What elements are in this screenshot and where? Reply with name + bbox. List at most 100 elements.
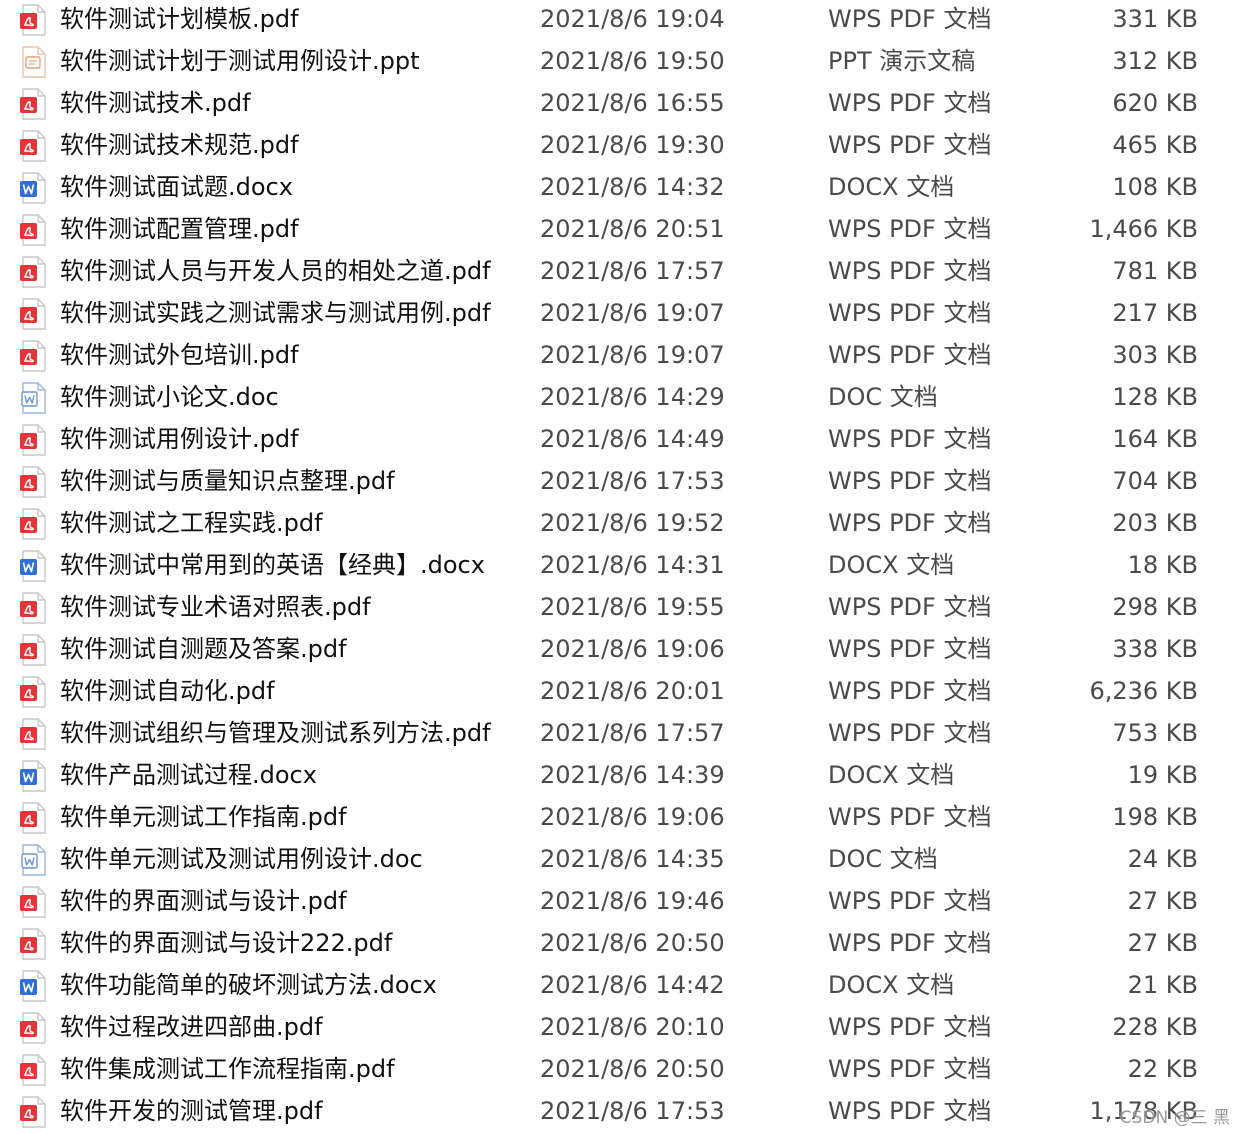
file-list: 软件测试计划模板.pdf 2021/8/6 19:04 WPS PDF 文档 331 … [0,0,1242,1134]
file-row[interactable]: 软件功能简单的破坏测试方法.docx 2021/8/6 14:42 DOCX 文档 2… [0,966,1242,1008]
file-size: 217 KB [1112,299,1198,327]
file-name: 软件测试人员与开发人员的相处之道.pdf [60,257,491,285]
pdf-icon [19,340,47,372]
file-modified-date: 2021/8/6 14:31 [540,551,725,579]
file-row[interactable]: 软件测试组织与管理及测试系列方法.pdf 2021/8/6 17:57 WPS PD… [0,714,1242,756]
file-size: 338 KB [1112,635,1198,663]
file-size: 704 KB [1112,467,1198,495]
file-size: 6,236 KB [1089,677,1198,705]
file-size: 298 KB [1112,593,1198,621]
file-row[interactable]: 软件测试配置管理.pdf 2021/8/6 20:51 WPS PDF 文档 1,46… [0,210,1242,252]
file-size: 303 KB [1112,341,1198,369]
file-row[interactable]: 软件测试与质量知识点整理.pdf 2021/8/6 17:53 WPS PDF 文档… [0,462,1242,504]
pdf-icon [19,1096,47,1128]
file-row[interactable]: 软件测试人员与开发人员的相处之道.pdf 2021/8/6 17:57 WPS PD… [0,252,1242,294]
docx-icon [19,172,47,204]
file-modified-date: 2021/8/6 17:57 [540,257,725,285]
file-modified-date: 2021/8/6 19:06 [540,803,725,831]
file-modified-date: 2021/8/6 14:42 [540,971,725,999]
file-name: 软件测试之工程实践.pdf [60,509,323,537]
file-modified-date: 2021/8/6 16:55 [540,89,725,117]
file-row[interactable]: 软件测试之工程实践.pdf 2021/8/6 19:52 WPS PDF 文档 203… [0,504,1242,546]
file-row[interactable]: 软件产品测试过程.docx 2021/8/6 14:39 DOCX 文档 19 KB [0,756,1242,798]
file-modified-date: 2021/8/6 19:46 [540,887,725,915]
file-name: 软件测试中常用到的英语【经典】.docx [60,551,485,579]
file-type: WPS PDF 文档 [828,425,992,453]
file-type: WPS PDF 文档 [828,89,992,117]
file-modified-date: 2021/8/6 17:53 [540,467,725,495]
file-size: 781 KB [1112,257,1198,285]
file-modified-date: 2021/8/6 14:35 [540,845,725,873]
file-size: 24 KB [1127,845,1198,873]
pdf-icon [19,886,47,918]
file-size: 198 KB [1112,803,1198,831]
pdf-icon [19,130,47,162]
file-name: 软件集成测试工作流程指南.pdf [60,1055,395,1083]
file-size: 27 KB [1127,929,1198,957]
file-modified-date: 2021/8/6 19:50 [540,47,725,75]
file-size: 465 KB [1112,131,1198,159]
file-row[interactable]: 软件开发的测试管理.pdf 2021/8/6 17:53 WPS PDF 文档 1,1… [0,1092,1242,1134]
file-row[interactable]: 软件测试自测题及答案.pdf 2021/8/6 19:06 WPS PDF 文档 33… [0,630,1242,672]
doc-icon [19,382,47,414]
file-modified-date: 2021/8/6 19:55 [540,593,725,621]
file-type: WPS PDF 文档 [828,467,992,495]
file-name: 软件测试小论文.doc [60,383,279,411]
file-modified-date: 2021/8/6 19:30 [540,131,725,159]
file-modified-date: 2021/8/6 14:32 [540,173,725,201]
file-type: WPS PDF 文档 [828,1097,992,1125]
pdf-icon [19,802,47,834]
file-type: DOC 文档 [828,383,938,411]
file-row[interactable]: 软件测试技术.pdf 2021/8/6 16:55 WPS PDF 文档 620 KB [0,84,1242,126]
file-row[interactable]: 软件测试面试题.docx 2021/8/6 14:32 DOCX 文档 108 KB [0,168,1242,210]
file-name: 软件测试技术.pdf [60,89,251,117]
pdf-icon [19,676,47,708]
file-type: WPS PDF 文档 [828,299,992,327]
file-row[interactable]: 软件的界面测试与设计222.pdf 2021/8/6 20:50 WPS PDF 文… [0,924,1242,966]
file-row[interactable]: 软件的界面测试与设计.pdf 2021/8/6 19:46 WPS PDF 文档 27… [0,882,1242,924]
file-size: 128 KB [1112,383,1198,411]
pdf-icon [19,214,47,246]
file-type: DOCX 文档 [828,971,955,999]
file-type: WPS PDF 文档 [828,341,992,369]
file-row[interactable]: 软件测试自动化.pdf 2021/8/6 20:01 WPS PDF 文档 6,236… [0,672,1242,714]
file-modified-date: 2021/8/6 20:50 [540,1055,725,1083]
file-name: 软件测试自测题及答案.pdf [60,635,347,663]
file-modified-date: 2021/8/6 17:57 [540,719,725,747]
pdf-icon [19,508,47,540]
file-name: 软件功能简单的破坏测试方法.docx [60,971,437,999]
file-name: 软件测试专业术语对照表.pdf [60,593,371,621]
file-size: 1,466 KB [1089,215,1198,243]
file-type: WPS PDF 文档 [828,1055,992,1083]
pdf-icon [19,1012,47,1044]
file-size: 203 KB [1112,509,1198,537]
file-type: DOC 文档 [828,845,938,873]
file-modified-date: 2021/8/6 20:10 [540,1013,725,1041]
file-row[interactable]: 软件测试专业术语对照表.pdf 2021/8/6 19:55 WPS PDF 文档 2… [0,588,1242,630]
file-name: 软件测试组织与管理及测试系列方法.pdf [60,719,491,747]
file-size: 620 KB [1112,89,1198,117]
file-row[interactable]: 软件集成测试工作流程指南.pdf 2021/8/6 20:50 WPS PDF 文档… [0,1050,1242,1092]
file-modified-date: 2021/8/6 19:07 [540,299,725,327]
file-type: WPS PDF 文档 [828,887,992,915]
file-row[interactable]: 软件测试计划模板.pdf 2021/8/6 19:04 WPS PDF 文档 331 … [0,0,1242,42]
file-name: 软件测试外包培训.pdf [60,341,299,369]
file-modified-date: 2021/8/6 20:01 [540,677,725,705]
file-name: 软件测试计划模板.pdf [60,5,299,33]
pdf-icon [19,88,47,120]
file-row[interactable]: 软件测试中常用到的英语【经典】.docx 2021/8/6 14:31 DOCX 文… [0,546,1242,588]
file-row[interactable]: 软件测试用例设计.pdf 2021/8/6 14:49 WPS PDF 文档 164 … [0,420,1242,462]
file-row[interactable]: 软件测试实践之测试需求与测试用例.pdf 2021/8/6 19:07 WPS PD… [0,294,1242,336]
pdf-icon [19,592,47,624]
file-row[interactable]: 软件测试技术规范.pdf 2021/8/6 19:30 WPS PDF 文档 465 … [0,126,1242,168]
file-type: WPS PDF 文档 [828,677,992,705]
file-type: WPS PDF 文档 [828,635,992,663]
file-size: 228 KB [1112,1013,1198,1041]
file-row[interactable]: 软件单元测试及测试用例设计.doc 2021/8/6 14:35 DOC 文档 24 … [0,840,1242,882]
file-row[interactable]: 软件单元测试工作指南.pdf 2021/8/6 19:06 WPS PDF 文档 19… [0,798,1242,840]
file-name: 软件测试实践之测试需求与测试用例.pdf [60,299,491,327]
file-row[interactable]: 软件测试外包培训.pdf 2021/8/6 19:07 WPS PDF 文档 303 … [0,336,1242,378]
file-row[interactable]: 软件测试小论文.doc 2021/8/6 14:29 DOC 文档 128 KB [0,378,1242,420]
file-row[interactable]: 软件过程改进四部曲.pdf 2021/8/6 20:10 WPS PDF 文档 228… [0,1008,1242,1050]
file-row[interactable]: 软件测试计划于测试用例设计.ppt 2021/8/6 19:50 PPT 演示文稿 3… [0,42,1242,84]
